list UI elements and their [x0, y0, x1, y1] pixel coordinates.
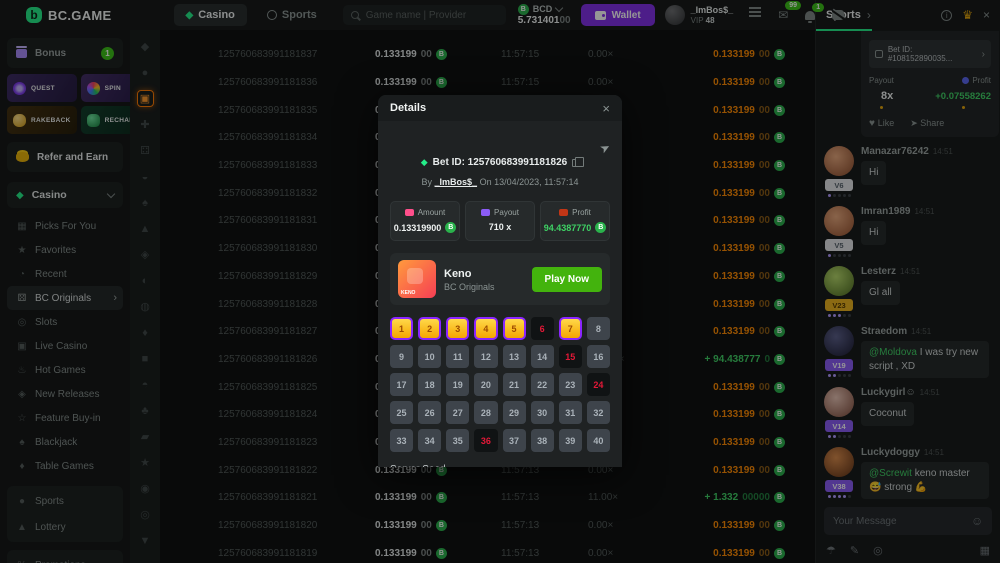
keno-cell: 21	[503, 373, 526, 396]
keno-cell: 8	[587, 317, 610, 340]
keno-cell: 28	[474, 401, 497, 424]
verified-gem-icon: ◆	[421, 157, 428, 168]
copy-icon[interactable]	[572, 159, 579, 167]
keno-cell: 23	[559, 373, 582, 396]
profit-icon	[559, 209, 568, 216]
stat-label: Profit	[572, 208, 591, 217]
keno-cell-hit: 2	[418, 317, 441, 340]
keno-game-thumbnail[interactable]: KENO	[398, 260, 436, 298]
keno-cell: 25	[390, 401, 413, 424]
share-icon[interactable]: ➤	[597, 139, 612, 156]
keno-cell: 22	[531, 373, 554, 396]
bcd-coin-icon: B	[445, 222, 456, 233]
modal-title: Details	[390, 102, 602, 114]
payout-icon	[481, 209, 490, 216]
bet-details-modal: Details × ➤ ◆ Bet ID: 125760683991181826…	[378, 95, 622, 467]
keno-cell-drawn: 15	[559, 345, 582, 368]
keno-cell-hit: 7	[559, 317, 582, 340]
stat-payout: Payout 710 x	[465, 201, 535, 241]
keno-cell: 38	[531, 429, 554, 452]
keno-cell: 11	[446, 345, 469, 368]
play-now-button[interactable]: Play Now	[532, 267, 602, 292]
game-row: KENO Keno BC Originals Play Now	[390, 253, 610, 305]
keno-cell: 27	[446, 401, 469, 424]
bet-id-text: Bet ID: 125760683991181826	[433, 157, 568, 168]
stat-label: Payout	[494, 208, 519, 217]
keno-cell: 26	[418, 401, 441, 424]
bet-author-line: By _ImBos$_ On 13/04/2023, 11:57:14	[390, 177, 610, 187]
keno-cell: 30	[531, 401, 554, 424]
keno-cell-drawn: 36	[474, 429, 497, 452]
keno-cell: 31	[559, 401, 582, 424]
bcd-coin-icon: B	[595, 222, 606, 233]
keno-cell: 20	[474, 373, 497, 396]
stat-profit: Profit 94.4387770B	[540, 201, 610, 241]
bet-stats: Amount 0.13319900B Payout 710 x Profit 94.438…	[390, 201, 610, 241]
game-provider: BC Originals	[444, 282, 495, 292]
keno-cell: 13	[503, 345, 526, 368]
keno-cell: 40	[587, 429, 610, 452]
stat-value: 710 x	[489, 222, 512, 232]
keno-cell: 16	[587, 345, 610, 368]
stat-value: 94.4387770B	[544, 222, 607, 233]
keno-cell-hit: 3	[446, 317, 469, 340]
keno-cell: 37	[503, 429, 526, 452]
keno-cell-hit: 5	[503, 317, 526, 340]
keno-cell-hit: 1	[390, 317, 413, 340]
amount-icon	[405, 209, 414, 216]
stat-value: 0.13319900B	[394, 222, 457, 233]
stat-label: Amount	[418, 208, 446, 217]
keno-cell: 10	[418, 345, 441, 368]
keno-number-grid: 1234567891011121314151617181920212223242…	[390, 317, 610, 452]
keno-cell: 39	[559, 429, 582, 452]
keno-cell: 29	[503, 401, 526, 424]
keno-cell: 14	[531, 345, 554, 368]
keno-cell: 17	[390, 373, 413, 396]
server-seed-label: Server Seed	[390, 464, 610, 467]
game-name: Keno	[444, 266, 495, 283]
bet-author-link[interactable]: _ImBos$_	[435, 177, 478, 187]
keno-cell: 32	[587, 401, 610, 424]
keno-cell: 19	[446, 373, 469, 396]
modal-close-icon[interactable]: ×	[602, 101, 610, 116]
modal-header: Details ×	[378, 95, 622, 121]
keno-cell: 9	[390, 345, 413, 368]
keno-cell-drawn: 24	[587, 373, 610, 396]
keno-cell: 33	[390, 429, 413, 452]
keno-cell: 12	[474, 345, 497, 368]
keno-cell-drawn: 6	[531, 317, 554, 340]
keno-cell: 35	[446, 429, 469, 452]
keno-cell-hit: 4	[474, 317, 497, 340]
stat-amount: Amount 0.13319900B	[390, 201, 460, 241]
keno-cell: 34	[418, 429, 441, 452]
keno-cell: 18	[418, 373, 441, 396]
